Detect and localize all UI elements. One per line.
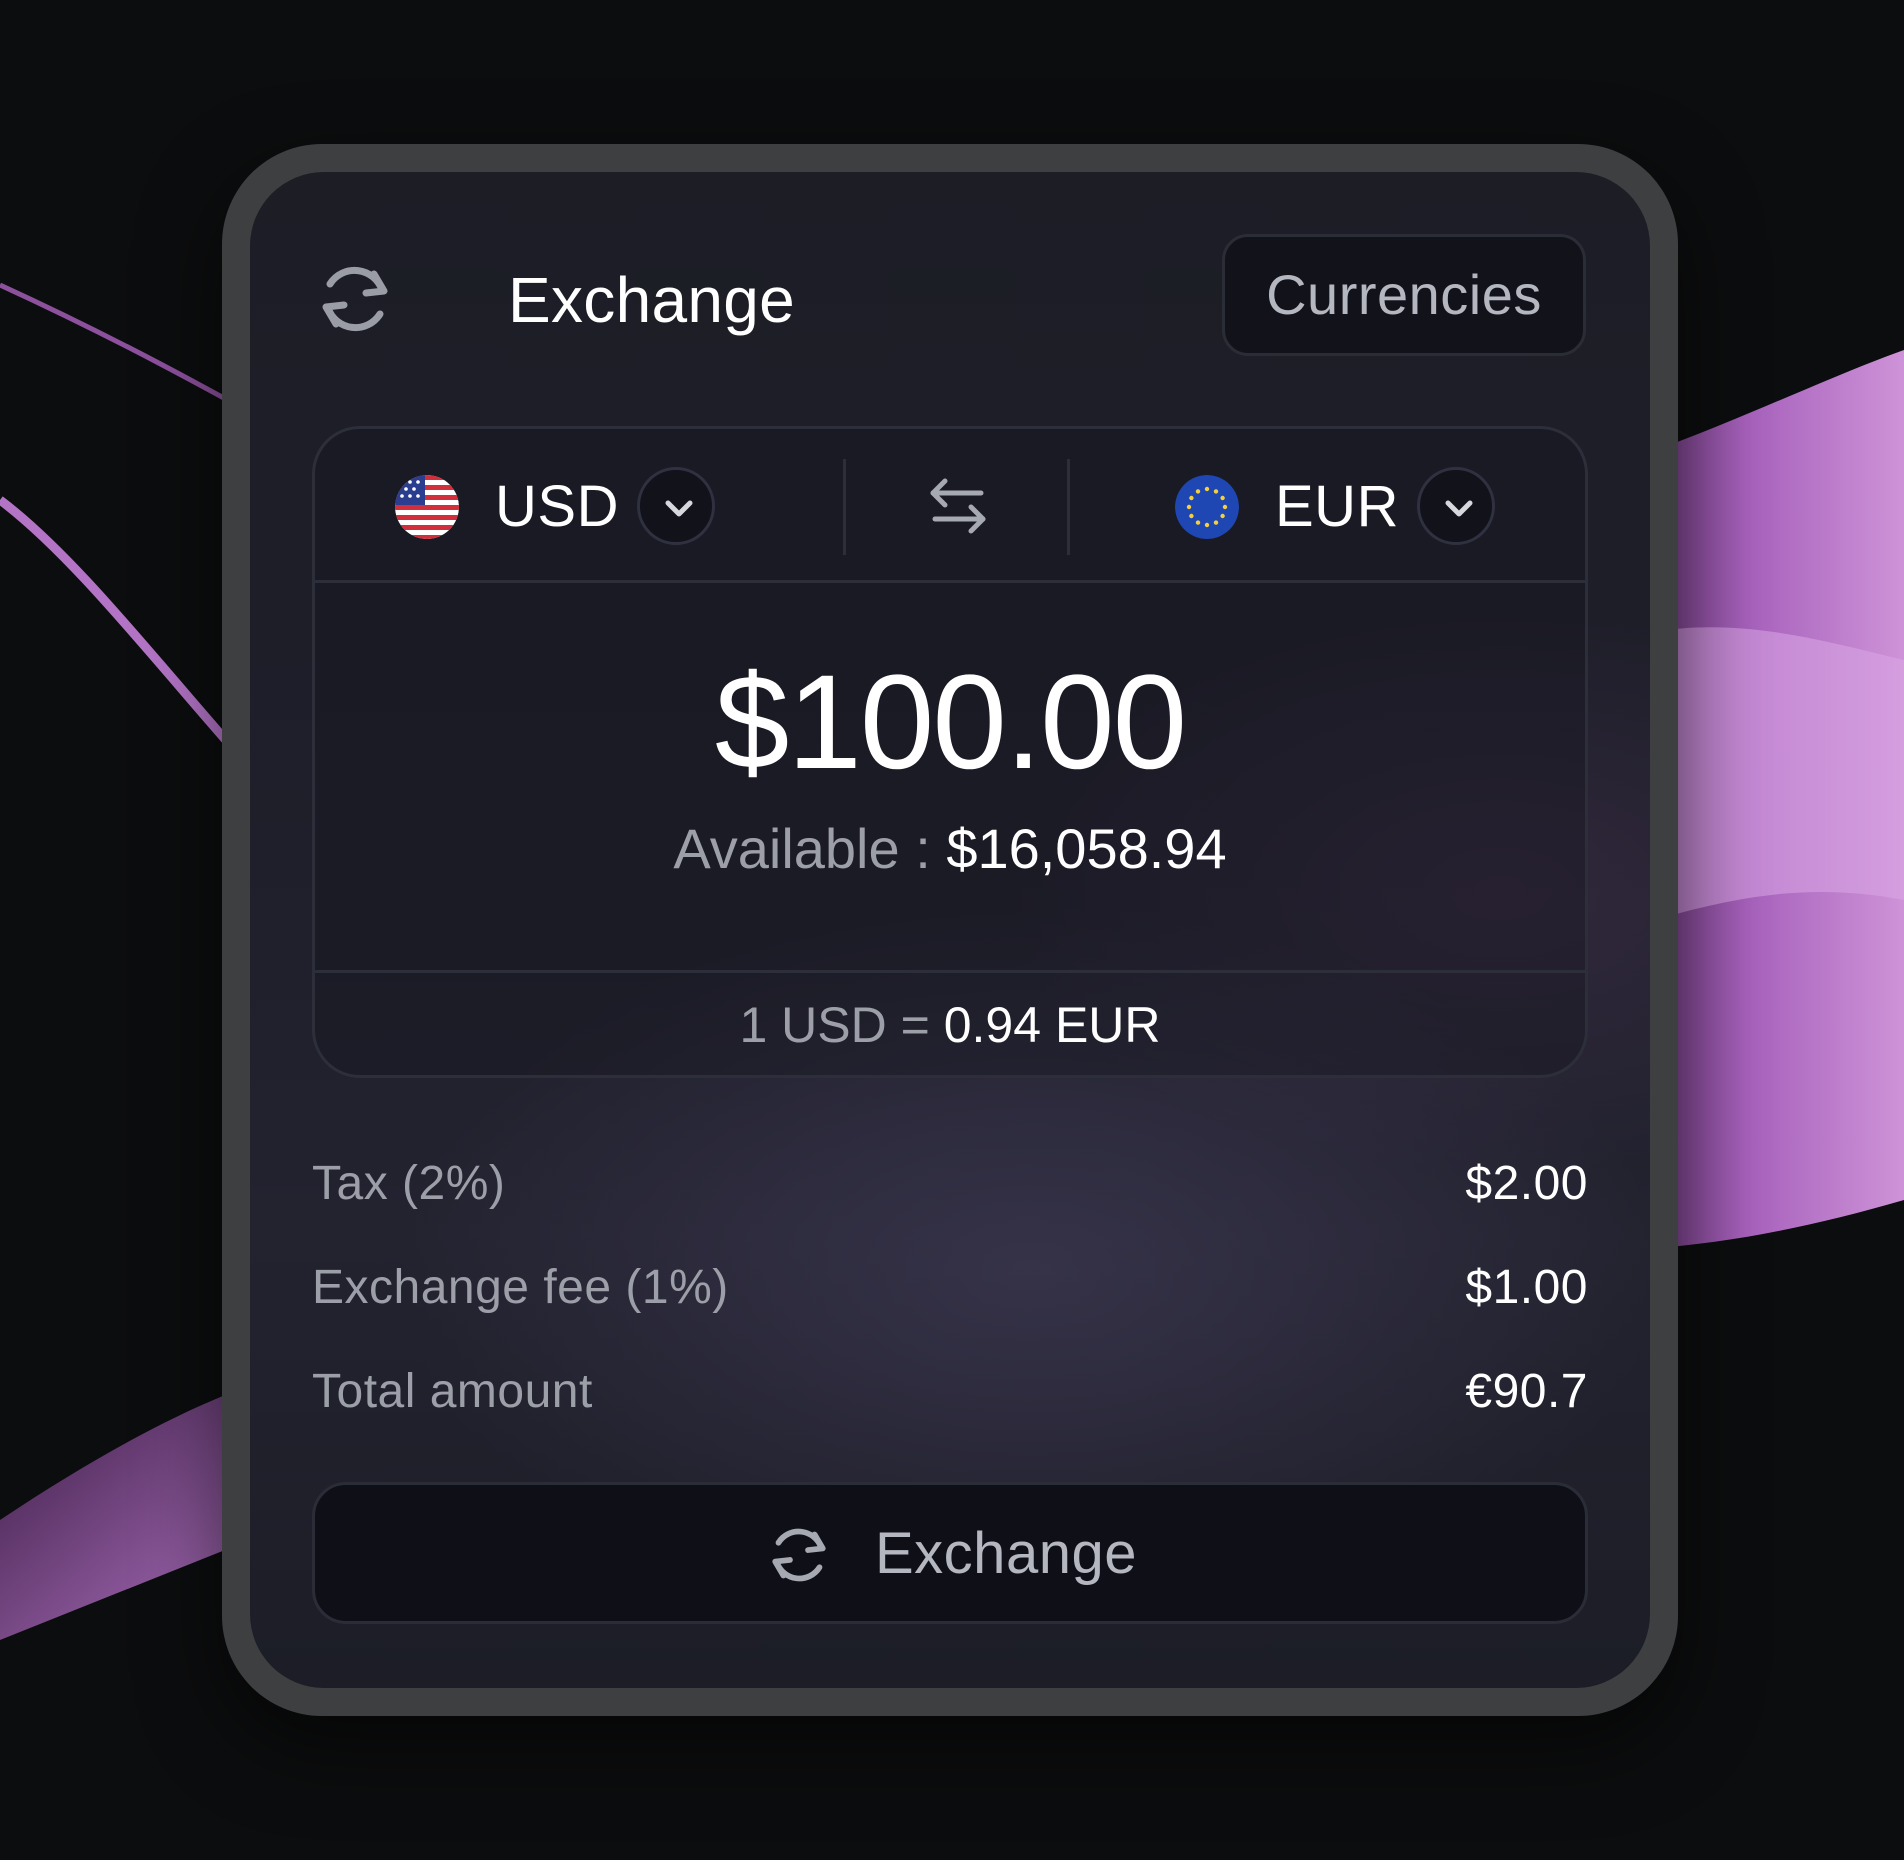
summary-value: $1.00	[1465, 1261, 1588, 1314]
exchange-card: Exchange Currencies USD EUR $100.00 Avai…	[250, 172, 1650, 1688]
summary-label: Total amount	[312, 1365, 593, 1418]
rate-label: 1 USD =	[739, 997, 930, 1053]
divider	[1067, 459, 1070, 555]
page-title: Exchange	[508, 264, 796, 336]
summary-value: $2.00	[1465, 1157, 1588, 1210]
available-label: Available :	[673, 817, 931, 880]
refresh-icon	[322, 266, 388, 332]
divider	[843, 459, 846, 555]
available-balance: Available : $16,058.94	[315, 815, 1585, 883]
rate-value: 0.94 EUR	[943, 997, 1161, 1053]
amount-input[interactable]: $100.00	[315, 653, 1585, 793]
from-currency-code: USD	[495, 474, 619, 539]
refresh-icon	[772, 1528, 826, 1582]
from-currency-dropdown-button[interactable]	[637, 467, 715, 545]
summary-label: Exchange fee (1%)	[312, 1261, 729, 1314]
summary-row-tax: Tax (2%) $2.00	[312, 1132, 1588, 1236]
exchange-button-content: Exchange	[315, 1485, 1585, 1621]
exchange-button-label: Exchange	[875, 1521, 1137, 1586]
to-currency-select[interactable]: EUR	[1175, 467, 1505, 547]
exchange-button[interactable]: Exchange	[312, 1482, 1588, 1624]
summary-row-exchange-fee: Exchange fee (1%) $1.00	[312, 1236, 1588, 1340]
exchange-rate: 1 USD = 0.94 EUR	[315, 973, 1585, 1075]
currency-converter: USD EUR $100.00 Available: $16,058.94 1…	[312, 426, 1588, 1078]
currency-selector-row: USD EUR	[315, 429, 1585, 583]
summary-list: Tax (2%) $2.00 Exchange fee (1%) $1.00 T…	[312, 1132, 1588, 1444]
summary-value: €90.7	[1465, 1365, 1588, 1418]
currencies-button[interactable]: Currencies	[1222, 234, 1586, 356]
available-value: $16,058.94	[946, 817, 1227, 880]
to-currency-code: EUR	[1275, 474, 1399, 539]
chevron-down-icon	[1445, 500, 1473, 517]
amount-area: $100.00 Available : $16,058.94	[315, 583, 1585, 973]
swap-arrows-icon[interactable]	[925, 473, 991, 539]
us-flag-icon	[395, 475, 459, 539]
chevron-down-icon	[665, 500, 693, 517]
summary-row-total: Total amount €90.7	[312, 1340, 1588, 1444]
from-currency-select[interactable]: USD	[395, 467, 725, 547]
card-header: Exchange Currencies	[316, 234, 1586, 362]
summary-label: Tax (2%)	[312, 1157, 506, 1210]
eu-flag-icon	[1175, 475, 1239, 539]
to-currency-dropdown-button[interactable]	[1417, 467, 1495, 545]
